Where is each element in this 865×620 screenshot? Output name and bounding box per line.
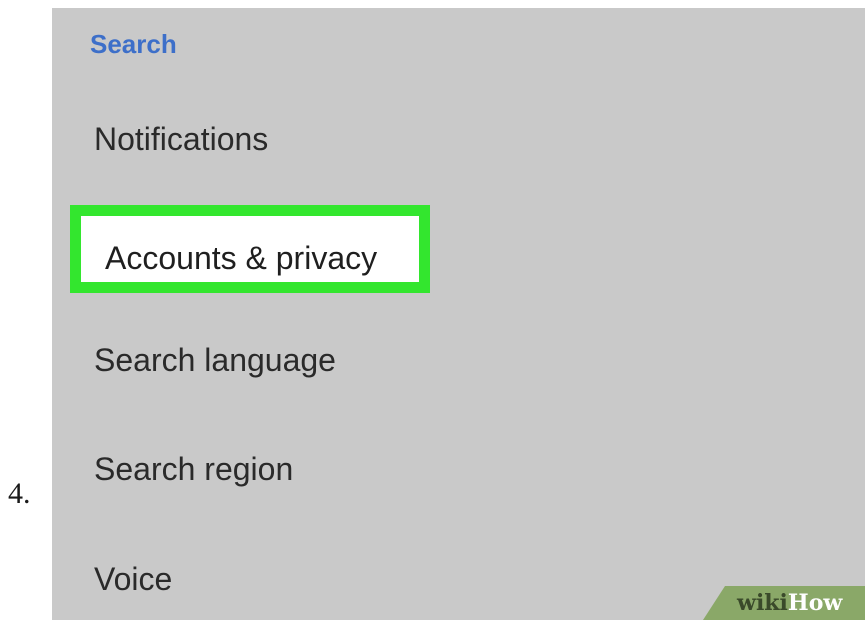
- watermark-how: How: [787, 590, 843, 616]
- highlight-frame: Accounts & privacy: [70, 205, 430, 293]
- wikihow-watermark: wikiHow: [703, 586, 865, 620]
- watermark-wiki: wiki: [737, 590, 788, 616]
- settings-item-notifications[interactable]: Notifications: [94, 119, 268, 159]
- settings-item-search-language[interactable]: Search language: [94, 340, 336, 380]
- settings-item-search-region[interactable]: Search region: [94, 449, 293, 489]
- settings-item-voice[interactable]: Voice: [94, 559, 172, 599]
- settings-screen: Search Notifications Accounts & privacy …: [52, 8, 865, 620]
- section-title-search: Search: [90, 29, 177, 59]
- step-number: 4.: [8, 477, 31, 510]
- settings-item-label: Accounts & privacy: [105, 240, 378, 276]
- watermark-text: wikiHow: [737, 589, 842, 617]
- settings-item-accounts-privacy[interactable]: Accounts & privacy: [81, 216, 419, 282]
